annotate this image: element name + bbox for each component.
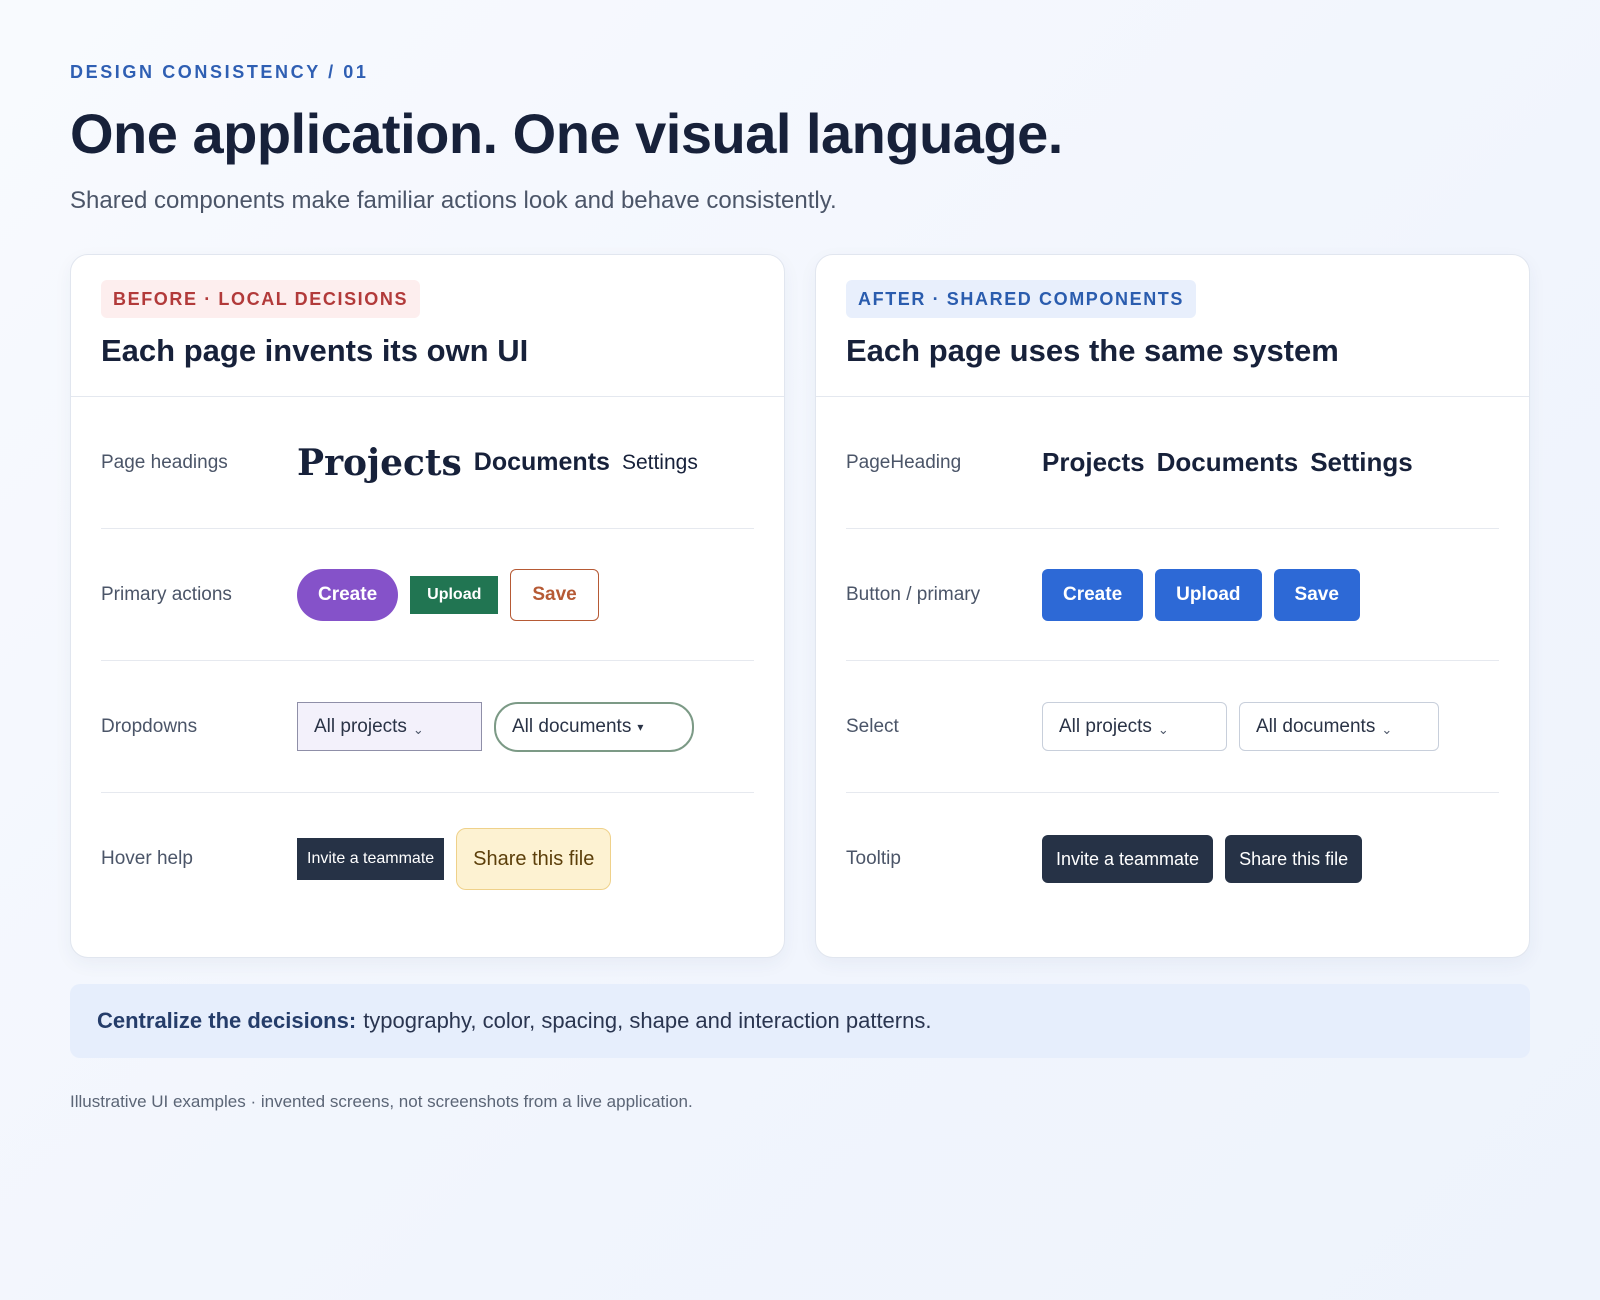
after-card-title: Each page uses the same system [846,333,1339,368]
documents-dropdown[interactable]: All documents ▾ [494,701,694,752]
comparison-cards: BEFORE · LOCAL DECISIONS Each page inven… [70,254,1530,958]
row-label: PageHeading [846,451,962,473]
save-button[interactable]: Save [1273,568,1360,621]
chevron-down-icon: ⌄ [1381,721,1393,737]
select-value: All documents [1256,715,1376,737]
select-value: All projects [1059,715,1152,737]
chevron-down-icon: ⌄ [412,721,424,737]
invite-tooltip: Invite a teammate [297,838,445,880]
heading-documents: Documents [473,448,610,476]
after-row-actions: Button / primary Create Upload Save [846,529,1499,661]
before-card-header: BEFORE · LOCAL DECISIONS Each page inven… [71,255,784,397]
save-button[interactable]: Save [510,568,599,621]
upload-button[interactable]: Upload [410,575,499,614]
before-rows: Page headings Projects Documents Setting… [71,397,784,925]
callout-text: typography, color, spacing, shape and in… [363,1008,932,1033]
after-row-tooltip: Tooltip Invite a teammate Share this fil… [846,793,1499,925]
projects-dropdown[interactable]: All projects ⌄ [297,702,482,751]
row-label: Page headings [101,451,228,473]
row-label: Select [846,715,899,737]
page-title: One application. One visual language. [70,102,1063,165]
caret-down-icon: ▾ [637,719,644,734]
footnote: Illustrative UI examples · invented scre… [70,1092,693,1111]
eyebrow: DESIGN CONSISTENCY / 01 [70,62,369,82]
upload-button[interactable]: Upload [1155,568,1262,621]
before-card: BEFORE · LOCAL DECISIONS Each page inven… [70,254,785,958]
share-tooltip: Share this file [456,828,612,890]
heading-settings: Settings [621,450,698,474]
create-button[interactable]: Create [1042,568,1144,621]
page-subtitle: Shared components make familiar actions … [70,187,837,214]
callout-heading: Centralize the decisions: [97,1008,357,1033]
before-badge: BEFORE · LOCAL DECISIONS [101,280,421,318]
dropdown-value: All documents [512,715,632,737]
row-label: Button / primary [846,583,981,605]
heading-projects: Projects [1042,447,1145,477]
projects-select[interactable]: All projects ⌄ [1042,702,1227,751]
after-badge: AFTER · SHARED COMPONENTS [846,280,1197,318]
chevron-down-icon: ⌄ [1157,721,1169,737]
after-card-header: AFTER · SHARED COMPONENTS Each page uses… [816,255,1529,397]
row-label: Hover help [101,848,193,869]
create-button[interactable]: Create [297,568,399,621]
before-card-title: Each page invents its own UI [101,333,529,368]
heading-documents: Documents [1156,447,1299,477]
before-row-headings: Page headings Projects Documents Setting… [101,397,754,529]
row-label: Tooltip [846,848,901,869]
after-rows: PageHeading Projects Documents Settings … [816,397,1529,925]
row-label: Dropdowns [101,715,198,737]
invite-tooltip: Invite a teammate [1042,835,1214,883]
row-label: Primary actions [101,583,232,605]
after-card: AFTER · SHARED COMPONENTS Each page uses… [815,254,1530,958]
before-row-hover-help: Hover help Invite a teammate Share this … [101,793,754,925]
before-row-dropdowns: Dropdowns All projects ⌄ All documents ▾ [101,661,754,793]
documents-select[interactable]: All documents ⌄ [1239,702,1439,751]
page: DESIGN CONSISTENCY / 01 One application.… [70,62,1530,1111]
after-row-headings: PageHeading Projects Documents Settings [846,397,1499,529]
heading-settings: Settings [1310,447,1413,477]
dropdown-value: All projects [314,715,407,737]
before-row-actions: Primary actions Create Upload Save [101,529,754,661]
share-tooltip: Share this file [1225,835,1363,883]
heading-projects: Projects [297,441,462,484]
after-row-select: Select All projects ⌄ All documents ⌄ [846,661,1499,793]
callout-banner: Centralize the decisions: typography, co… [70,984,1530,1058]
